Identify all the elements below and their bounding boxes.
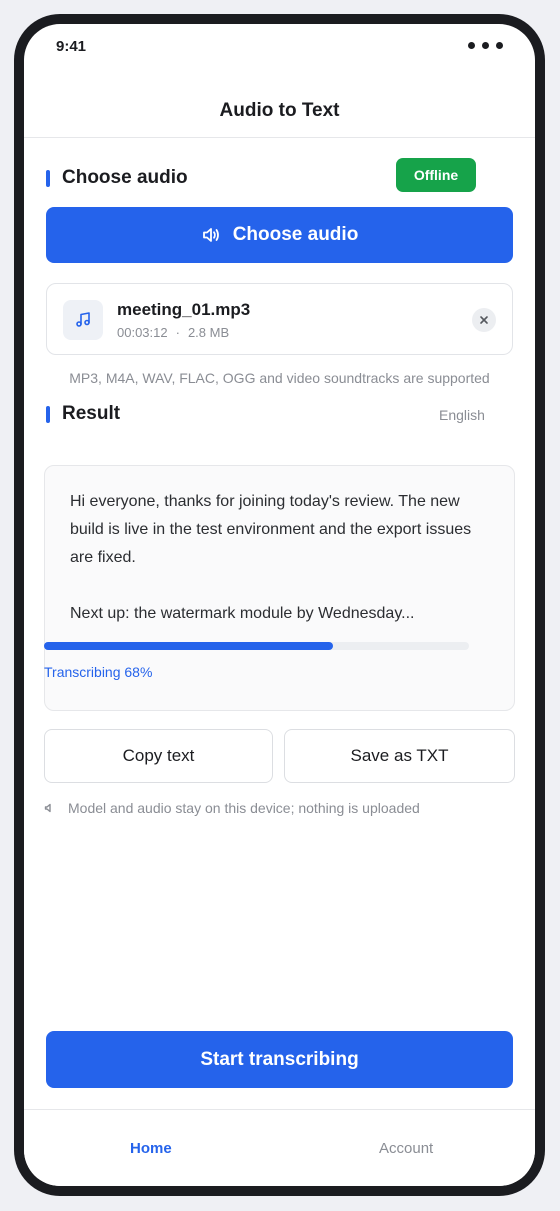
section-accent-bar: [46, 405, 50, 423]
transcript-text: Hi everyone, thanks for joining today's …: [70, 488, 495, 628]
transcript-paragraph: Hi everyone, thanks for joining today's …: [70, 493, 472, 566]
progress-fill: [44, 642, 333, 650]
transcript-paragraph: Next up: the watermark module by Wednesd…: [70, 605, 415, 622]
offline-badge: Offline: [396, 158, 476, 192]
file-size: 2.8 MB: [187, 325, 230, 340]
choose-audio-button-label: Choose audio: [232, 224, 359, 245]
transcript-box: Hi everyone, thanks for joining today's …: [44, 465, 515, 711]
file-name: meeting_01.mp3: [117, 300, 251, 319]
status-bar: 9:41: [24, 24, 535, 74]
speaker-icon: [201, 225, 221, 245]
file-meta: 00:03:12 · 2.8 MB: [117, 325, 229, 340]
save-txt-button[interactable]: Save as TXT: [284, 729, 515, 783]
selected-file-card: meeting_01.mp3 00:03:12 · 2.8 MB: [46, 283, 513, 355]
close-icon[interactable]: [472, 308, 496, 332]
choose-audio-button[interactable]: Choose audio: [46, 207, 513, 263]
supported-formats-note: MP3, M4A, WAV, FLAC, OGG and video sound…: [69, 370, 490, 386]
phone-frame: 9:41 Audio to Text Choose audio Offline …: [14, 14, 545, 1196]
speaker-icon: [44, 803, 54, 813]
language-selector[interactable]: English: [439, 407, 485, 423]
result-section-title: Result: [62, 403, 121, 424]
bottom-tab-bar: Home Account: [24, 1109, 535, 1186]
tab-home[interactable]: Home: [130, 1140, 172, 1157]
nav-header: Audio to Text: [24, 84, 535, 138]
choose-audio-section-title: Choose audio: [62, 167, 188, 188]
privacy-note-text: Model and audio stay on this device; not…: [68, 800, 420, 816]
app-screen: 9:41 Audio to Text Choose audio Offline …: [24, 24, 535, 1186]
tab-account[interactable]: Account: [379, 1140, 433, 1157]
section-accent-bar: [46, 169, 50, 187]
more-dots-icon[interactable]: [468, 42, 503, 49]
copy-text-button[interactable]: Copy text: [44, 729, 273, 783]
progress-bar: [44, 642, 469, 650]
privacy-note: Model and audio stay on this device; not…: [44, 800, 420, 816]
page-title: Audio to Text: [219, 99, 340, 121]
progress-label: Transcribing 68%: [44, 664, 153, 680]
file-duration: 00:03:12: [117, 325, 168, 340]
music-note-icon: [63, 300, 103, 340]
start-transcribing-button[interactable]: Start transcribing: [46, 1031, 513, 1088]
status-time: 9:41: [56, 38, 87, 55]
result-section-header: Result: [46, 403, 120, 425]
meta-separator: ·: [175, 325, 180, 340]
choose-audio-section-header: Choose audio: [46, 167, 188, 189]
